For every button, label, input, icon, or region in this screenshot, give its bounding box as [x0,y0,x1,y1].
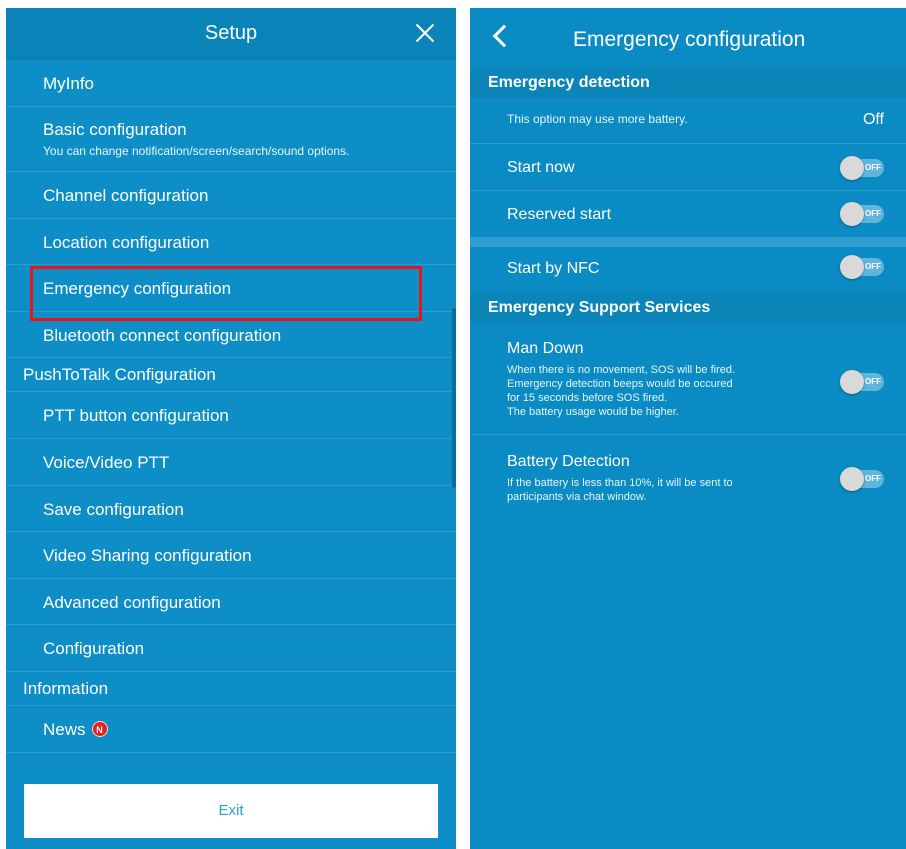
toggle-text: OFF [865,209,881,218]
menu-item-save-configuration[interactable]: Save configuration [6,486,456,532]
menu-item-video-sharing-configuration[interactable]: Video Sharing configuration [6,532,456,579]
start-by-nfc-label: Start by NFC [507,260,600,277]
menu-item-label: Video Sharing configuration [43,546,252,565]
menu-item-news[interactable]: News N [6,706,456,753]
menu-item-label: Voice/Video PTT [43,453,170,472]
menu-item-configuration[interactable]: Configuration [6,625,456,672]
battery-detection-desc-line: participants via chat window. [507,491,647,503]
group-header-emergency-detection: Emergency detection [470,68,906,98]
section-pushtotalk: PushToTalk Configuration [6,358,456,392]
battery-note-value: Off [862,111,884,128]
menu-item-label: Save configuration [43,500,184,519]
row-start-by-nfc[interactable]: Start by NFC OFF [470,247,906,293]
menu-item-emergency-configuration[interactable]: Emergency configuration [6,265,456,312]
menu-item-label: PTT button configuration [43,406,229,425]
menu-item-voice-video-ptt[interactable]: Voice/Video PTT [6,439,456,486]
row-reserved-start[interactable]: Reserved start OFF [470,191,906,237]
back-chevron-icon[interactable] [492,24,516,48]
row-man-down[interactable]: Man Down When there is no movement, SOS … [470,323,906,435]
start-now-toggle[interactable]: OFF [840,156,884,180]
emergency-header: Emergency configuration [470,8,906,68]
menu-item-channel-configuration[interactable]: Channel configuration [6,172,456,219]
battery-note-text: This option may use more battery. [507,112,688,126]
section-divider [470,237,906,247]
setup-header: Setup [6,8,456,60]
toggle-text: OFF [865,377,881,386]
menu-item-label: Basic configuration [43,120,187,139]
menu-item-myinfo[interactable]: MyInfo [6,60,456,107]
section-information: Information [6,672,456,706]
menu-item-label: Advanced configuration [43,593,221,612]
toggle-text: OFF [865,262,881,271]
man-down-desc-line: for 15 seconds before SOS fired. [507,392,668,404]
emergency-panel: Emergency configuration Emergency detect… [470,8,906,849]
menu-item-label: Emergency configuration [43,279,232,298]
section-label: PushToTalk Configuration [23,365,216,384]
emergency-title: Emergency configuration [573,28,806,51]
battery-detection-toggle[interactable]: OFF [840,467,884,491]
toggle-knob [840,255,864,279]
row-battery-detection[interactable]: Battery Detection If the battery is less… [470,435,906,520]
menu-item-label: Bluetooth connect configuration [43,326,282,345]
toggle-knob [840,467,864,491]
reserved-start-label: Reserved start [507,206,612,223]
reserved-start-toggle[interactable]: OFF [840,202,884,226]
group-header-label: Emergency detection [488,74,650,91]
toggle-knob [840,202,864,226]
menu-item-news-label: News N [43,720,108,740]
man-down-label: Man Down [507,340,584,357]
battery-detection-desc-line: If the battery is less than 10%, it will… [507,477,733,489]
menu-item-label: Location configuration [43,233,210,252]
toggle-knob [840,156,864,180]
menu-item-subtitle: You can change notification/screen/searc… [43,144,350,158]
menu-item-label: MyInfo [43,74,95,93]
close-icon[interactable] [412,20,438,46]
toggle-text: OFF [865,474,881,483]
toggle-text: OFF [865,163,881,172]
setup-menu: MyInfo Basic configuration You can chang… [6,60,456,753]
setup-panel: Setup MyInfo Basic configuration You can… [6,8,456,849]
group-header-label: Emergency Support Services [488,299,711,316]
menu-item-bluetooth-configuration[interactable]: Bluetooth connect configuration [6,312,456,358]
battery-detection-label: Battery Detection [507,453,630,470]
man-down-desc-line: The battery usage would be higher. [507,406,679,418]
row-battery-note[interactable]: This option may use more battery. Off [470,98,906,144]
scrollbar[interactable] [452,308,456,488]
menu-item-ptt-button-configuration[interactable]: PTT button configuration [6,392,456,439]
start-now-label: Start now [507,159,575,176]
group-header-emergency-support: Emergency Support Services [470,293,906,323]
menu-item-label: Configuration [43,639,145,658]
man-down-desc-line: Emergency detection beeps would be occur… [507,378,733,390]
exit-button[interactable]: Exit [24,784,438,838]
new-badge: N [91,721,108,737]
start-by-nfc-toggle[interactable]: OFF [840,255,884,279]
news-label: News [43,720,86,739]
section-label: Information [23,679,109,698]
man-down-toggle[interactable]: OFF [840,370,884,394]
menu-item-location-configuration[interactable]: Location configuration [6,219,456,265]
row-start-now[interactable]: Start now OFF [470,144,906,191]
man-down-desc-line: When there is no movement, SOS will be f… [507,364,736,376]
menu-item-advanced-configuration[interactable]: Advanced configuration [6,579,456,625]
menu-item-basic-configuration[interactable]: Basic configuration You can change notif… [6,107,456,172]
toggle-knob [840,370,864,394]
menu-item-label: Channel configuration [43,186,209,205]
setup-title: Setup [204,22,258,44]
